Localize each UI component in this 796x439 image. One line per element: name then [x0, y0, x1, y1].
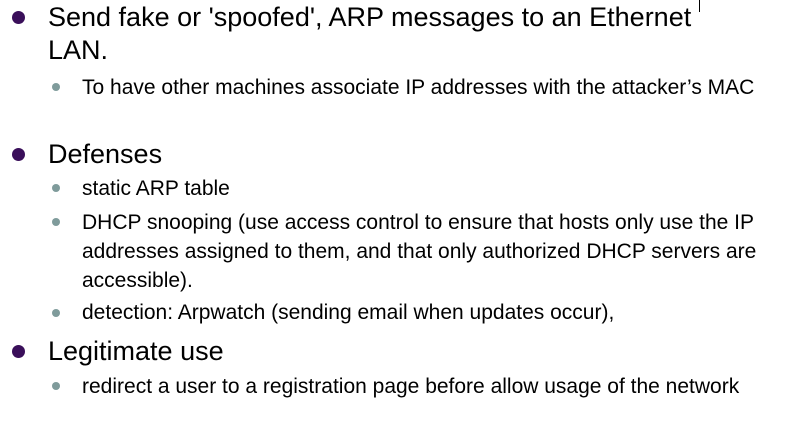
sub-bullet-icon [52, 218, 60, 226]
slide-content: Send fake or 'spoofed', ARP messages to … [0, 0, 796, 439]
sub-bullet-arpwatch: detection: Arpwatch (sending email when … [82, 301, 615, 324]
sub-bullet-static-arp: static ARP table [82, 177, 230, 200]
sub-bullet-icon [52, 184, 60, 192]
main-bullet-icon [12, 11, 25, 24]
main-bullet-icon [12, 148, 25, 161]
sub-bullet-dhcp-snooping: DHCP snooping (use access control to ens… [82, 211, 757, 292]
main-bullet-icon [12, 345, 25, 358]
sub-bullet-associate-ip: To have other machines associate IP addr… [82, 76, 755, 99]
sub-bullet-icon [52, 309, 60, 317]
sub-bullet-redirect-registration: redirect a user to a registration page b… [82, 375, 740, 398]
sub-bullet-icon [52, 382, 60, 390]
bullet-send-fake-arp: Send fake or 'spoofed', ARP messages to … [48, 2, 692, 65]
bullet-defenses: Defenses [48, 139, 163, 169]
bullet-legitimate-use: Legitimate use [48, 336, 224, 366]
sub-bullet-icon [52, 83, 60, 91]
